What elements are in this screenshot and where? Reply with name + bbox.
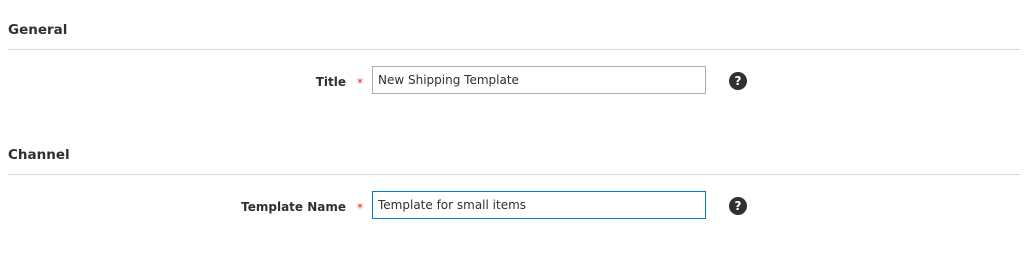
section-divider-channel — [8, 174, 1020, 175]
section-title-channel: Channel — [8, 147, 70, 163]
template-name-input[interactable] — [372, 191, 706, 219]
title-field-label: Title — [315, 75, 346, 89]
section-divider-general — [8, 49, 1020, 50]
title-help-icon[interactable]: ? — [729, 72, 747, 90]
form-page: General Title * ? Channel Template Name … — [0, 0, 1024, 261]
template-name-field-label: Template Name — [241, 200, 346, 214]
title-input[interactable] — [372, 66, 706, 94]
template-name-required-star: * — [357, 201, 363, 215]
title-required-star: * — [357, 76, 363, 90]
template-name-help-icon[interactable]: ? — [729, 197, 747, 215]
section-title-general: General — [8, 22, 68, 38]
